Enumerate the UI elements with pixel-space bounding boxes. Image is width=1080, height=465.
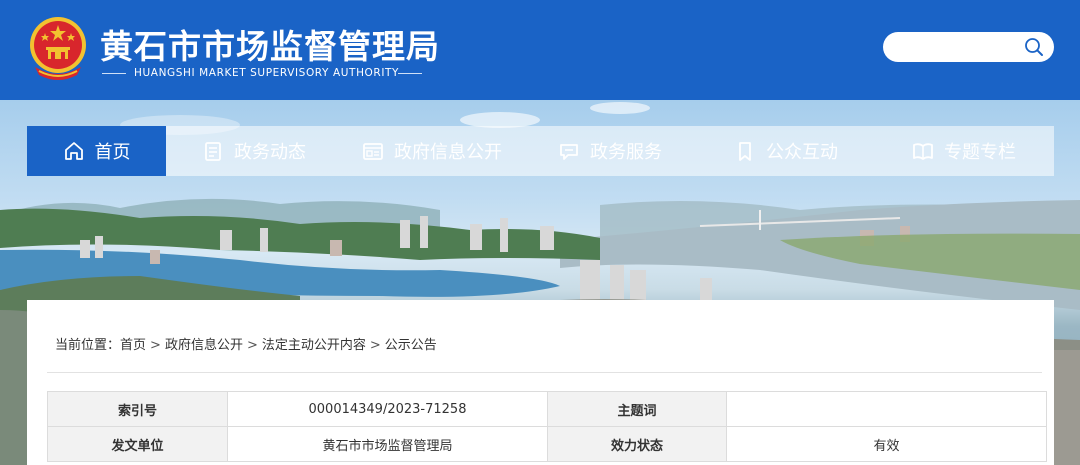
nav-item-label: 专题专栏 [944, 142, 1016, 163]
search-box [883, 32, 1054, 62]
main-nav: 首页 政务动态 政府信息公开 政务服务 公众互动 专题专栏 [27, 126, 1054, 176]
site-subtitle: HUANGSHI MARKET SUPERVISORY AUTHORITY [102, 65, 422, 81]
nav-item-label: 政务服务 [590, 142, 662, 163]
document-meta-table: 索引号 000014349/2023-71258 主题词 发文单位 黄石市市场监… [47, 391, 1047, 462]
search-input[interactable] [897, 37, 1017, 57]
search-icon[interactable] [1024, 37, 1044, 57]
keywords-label: 主题词 [547, 391, 727, 427]
site-header: 黄石市市场监督管理局 HUANGSHI MARKET SUPERVISORY A… [0, 0, 1080, 100]
nav-item-label: 公众互动 [766, 142, 838, 163]
home-icon [64, 142, 83, 160]
breadcrumb-home-link[interactable]: 首页 [120, 338, 146, 353]
info-disclosure-icon [363, 143, 383, 160]
nav-item-news[interactable]: 政务动态 [166, 126, 342, 176]
nav-item-label: 政府信息公开 [394, 142, 502, 163]
breadcrumb-separator: > [246, 338, 258, 353]
nav-item-info-disclosure[interactable]: 政府信息公开 [342, 126, 522, 176]
breadcrumb-info-disclosure-link[interactable]: 政府信息公开 [165, 338, 243, 353]
bookmark-icon [739, 142, 751, 161]
breadcrumb-statutory-content-link[interactable]: 法定主动公开内容 [262, 338, 366, 353]
validity-status-label: 效力状态 [547, 426, 727, 462]
table-row: 索引号 000014349/2023-71258 主题词 [47, 391, 1047, 427]
book-icon [913, 143, 933, 160]
index-number-value: 000014349/2023-71258 [227, 391, 548, 427]
nav-item-interaction[interactable]: 公众互动 [698, 126, 874, 176]
service-chat-icon [560, 144, 578, 160]
breadcrumb-divider [47, 372, 1042, 373]
index-number-label: 索引号 [47, 391, 228, 427]
breadcrumb-separator: > [150, 338, 161, 353]
nav-item-special-topics[interactable]: 专题专栏 [874, 126, 1054, 176]
nav-item-service[interactable]: 政务服务 [522, 126, 698, 176]
table-row: 发文单位 黄石市市场监督管理局 效力状态 有效 [47, 426, 1047, 462]
nav-item-label: 政务动态 [234, 142, 306, 163]
nav-item-home[interactable]: 首页 [27, 126, 166, 176]
news-icon [205, 142, 221, 161]
validity-status-value: 有效 [726, 426, 1047, 462]
national-emblem-icon [30, 17, 86, 80]
issuing-unit-value: 黄石市市场监督管理局 [227, 426, 548, 462]
keywords-value [726, 391, 1047, 427]
issuing-unit-label: 发文单位 [47, 426, 228, 462]
nav-item-label: 首页 [94, 142, 131, 163]
breadcrumb-separator: > [369, 338, 381, 353]
breadcrumb: 当前位置：首页 > 政府信息公开 > 法定主动公开内容 > 公示公告 [55, 334, 437, 353]
site-subtitle-text: HUANGSHI MARKET SUPERVISORY AUTHORITY [134, 67, 400, 79]
breadcrumb-prefix: 当前位置： [55, 338, 121, 353]
subtitle-right-rule [398, 73, 422, 74]
site-title: 黄石市市场监督管理局 [100, 27, 440, 66]
breadcrumb-announcements-link[interactable]: 公示公告 [385, 338, 437, 353]
subtitle-left-rule [102, 73, 126, 74]
